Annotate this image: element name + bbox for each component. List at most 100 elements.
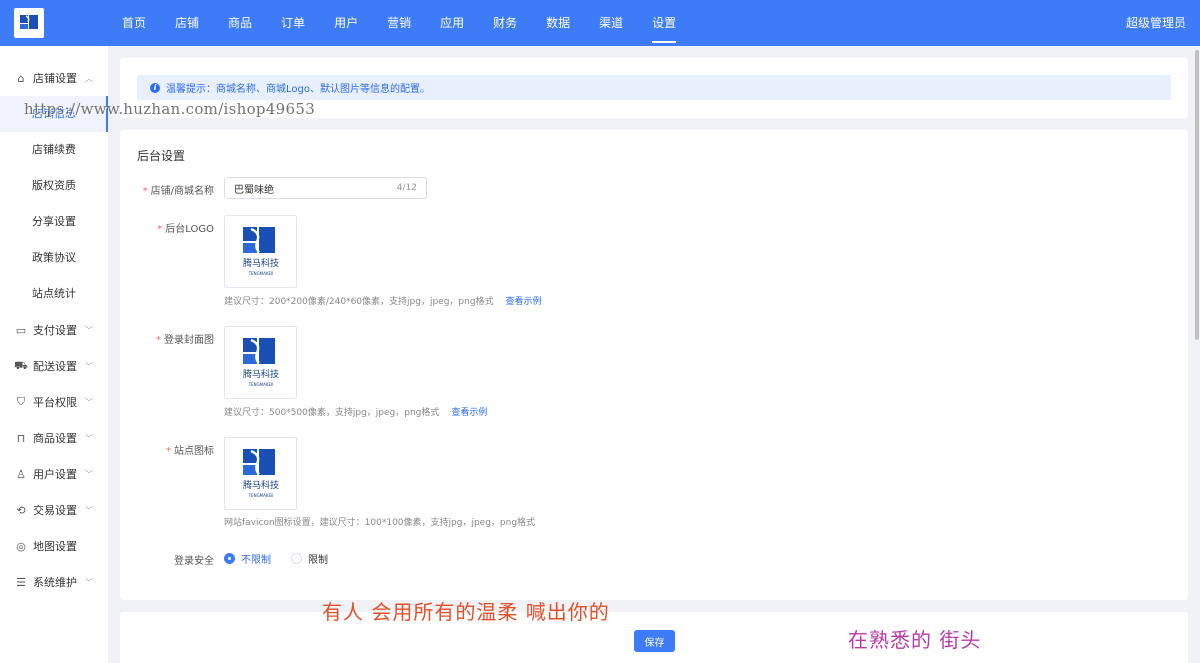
top-navbar: 首页 店铺 商品 订单 用户 营销 应用 财务 数据 渠道 设置 超级管理员 (0, 0, 1200, 46)
svg-text:腾马科技: 腾马科技 (242, 257, 278, 269)
app-logo[interactable] (14, 8, 44, 38)
logo-example-link[interactable]: 查看示例 (506, 297, 542, 307)
sidebar-group-permissions[interactable]: ⛉ 平台权限 ﹀ (0, 384, 108, 420)
radio-label: 不限制 (241, 555, 271, 566)
store-name-input[interactable]: 巴蜀味绝 4/12 (224, 177, 427, 199)
shield-icon: ⛉ (16, 395, 26, 408)
store-name-value: 巴蜀味绝 (234, 184, 274, 196)
nav-channels[interactable]: 渠道 (599, 0, 623, 46)
chevron-down-icon: ﹀ (85, 433, 93, 443)
sidebar: ⌂ 店铺设置 ︿ 店铺信息 店铺续费 版权资质 分享设置 政策协议 站点统计 ▭… (0, 46, 108, 663)
cover-label: * 登录封面图 (120, 331, 214, 346)
sliders-icon: ☰ (16, 575, 26, 589)
tip-banner: i 温馨提示：商城名称、商城Logo、默认图片等信息的配置。 (137, 75, 1171, 100)
sidebar-item-site-stats[interactable]: 站点统计 (0, 276, 108, 312)
bag-icon: ⊓ (16, 431, 26, 445)
scrollbar-thumb[interactable] (1195, 50, 1199, 340)
nav-orders[interactable]: 订单 (281, 0, 305, 46)
chevron-down-icon: ﹀ (85, 505, 93, 515)
required-mark: * (157, 224, 163, 235)
sidebar-item-share-settings[interactable]: 分享设置 (0, 204, 108, 240)
svg-text:腾马科技: 腾马科技 (242, 479, 278, 491)
sidebar-group-map-settings[interactable]: ◎ 地图设置 (0, 528, 108, 564)
nav-apps[interactable]: 应用 (440, 0, 464, 46)
logo-hint-text: 建议尺寸：200*200像素/240*60像素，支持jpg，jpeg，png格式 (224, 297, 494, 307)
sidebar-item-policy[interactable]: 政策协议 (0, 240, 108, 276)
sidebar-group-label: 支付设置 (33, 324, 77, 337)
notice-card: i 温馨提示：商城名称、商城Logo、默认图片等信息的配置。 (120, 58, 1188, 118)
save-button[interactable]: 保存 (634, 630, 675, 652)
brand-cover-image: 腾马科技 TENGMAKEII (242, 337, 279, 387)
sidebar-item-copyright[interactable]: 版权资质 (0, 168, 108, 204)
logo-icon (20, 15, 38, 29)
required-mark: * (166, 446, 171, 457)
nav-data[interactable]: 数据 (546, 0, 570, 46)
cover-example-link[interactable]: 查看示例 (451, 408, 487, 418)
nav-users[interactable]: 用户 (334, 0, 358, 46)
cover-upload[interactable]: 腾马科技 TENGMAKEII (224, 326, 297, 399)
radio-dot (224, 553, 235, 564)
sidebar-group-label: 配送设置 (33, 360, 77, 373)
sidebar-group-label: 地图设置 (33, 540, 77, 553)
sidebar-group-label: 平台权限 (33, 396, 77, 409)
nav-store[interactable]: 店铺 (175, 0, 199, 46)
main-nav: 首页 店铺 商品 订单 用户 营销 应用 财务 数据 渠道 设置 (122, 0, 705, 46)
tip-text: 温馨提示：商城名称、商城Logo、默认图片等信息的配置。 (166, 84, 430, 95)
favicon-label: * 站点图标 (120, 442, 214, 457)
char-counter: 4/12 (396, 183, 417, 193)
sidebar-group-label: 用户设置 (33, 468, 77, 481)
radio-label: 限制 (308, 555, 328, 566)
nav-marketing[interactable]: 营销 (387, 0, 411, 46)
sidebar-group-product-settings[interactable]: ⊓ 商品设置 ﹀ (0, 420, 108, 456)
map-icon: ◎ (16, 539, 26, 553)
payment-icon: ▭ (15, 323, 27, 337)
sidebar-group-maintenance[interactable]: ☰ 系统维护 ﹀ (0, 564, 108, 600)
brand-favicon-image: 腾马科技 TENGMAKEII (242, 448, 279, 498)
brand-logo-image: 腾马科技 TENGMAKEII (242, 226, 279, 276)
login-security-label: 登录安全 (174, 556, 214, 567)
sidebar-group-user-settings[interactable]: ♙ 用户设置 ﹀ (0, 456, 108, 492)
required-mark: * (142, 186, 148, 197)
nav-settings[interactable]: 设置 (652, 0, 677, 46)
chevron-up-icon: ︿ (85, 73, 93, 83)
sidebar-group-label: 店铺设置 (33, 72, 77, 85)
sidebar-group-label: 交易设置 (33, 504, 77, 517)
chevron-down-icon: ﹀ (85, 397, 93, 407)
cover-hint-text: 建议尺寸：500*500像素，支持jpg，jpeg，png格式 (224, 408, 440, 418)
logo-label: * 后台LOGO (120, 220, 214, 235)
nav-home[interactable]: 首页 (122, 0, 146, 46)
nav-finance[interactable]: 财务 (493, 0, 517, 46)
chevron-down-icon: ﹀ (85, 361, 93, 371)
radio-unlimited[interactable]: 不限制 (224, 551, 271, 566)
cover-label-text: 登录封面图 (164, 335, 214, 346)
sidebar-group-delivery[interactable]: ⛟ 配送设置 ﹀ (0, 348, 108, 384)
sidebar-item-store-info[interactable]: 店铺信息 (0, 96, 108, 132)
svg-text:腾马科技: 腾马科技 (242, 368, 278, 380)
svg-text:TENGMAKEII: TENGMAKEII (247, 271, 273, 276)
section-title: 后台设置 (137, 149, 186, 163)
logo-upload[interactable]: 腾马科技 TENGMAKEII (224, 215, 297, 288)
required-mark: * (156, 335, 161, 346)
sidebar-group-payment[interactable]: ▭ 支付设置 ﹀ (0, 312, 108, 348)
sidebar-group-label: 系统维护 (33, 576, 77, 589)
login-security-radio-group: 不限制 限制 (224, 551, 348, 566)
sidebar-item-store-renewal[interactable]: 店铺续费 (0, 132, 108, 168)
favicon-label-text: 站点图标 (174, 446, 214, 457)
nav-products[interactable]: 商品 (228, 0, 252, 46)
sidebar-group-store-settings[interactable]: ⌂ 店铺设置 ︿ (0, 60, 108, 96)
cover-hint: 建议尺寸：500*500像素，支持jpg，jpeg，png格式 查看示例 (224, 405, 487, 418)
user-icon: ♙ (16, 467, 26, 481)
favicon-upload[interactable]: 腾马科技 TENGMAKEII (224, 437, 297, 510)
svg-text:TENGMAKEII: TENGMAKEII (247, 382, 273, 387)
home-icon: ⌂ (17, 71, 25, 85)
settings-form: 后台设置 * 店铺/商城名称 巴蜀味绝 4/12 * 后台LOGO 腾马科技 TEN… (120, 130, 1188, 600)
svg-text:TENGMAKEII: TENGMAKEII (247, 493, 273, 498)
admin-user-menu[interactable]: 超级管理员 (1126, 0, 1186, 46)
radio-limited[interactable]: 限制 (291, 551, 328, 566)
logo-hint: 建议尺寸：200*200像素/240*60像素，支持jpg，jpeg，png格式… (224, 294, 542, 307)
radio-dot (291, 553, 302, 564)
store-name-label: * 店铺/商城名称 (120, 182, 214, 197)
chevron-down-icon: ﹀ (85, 325, 93, 335)
sidebar-group-trade-settings[interactable]: ⟲ 交易设置 ﹀ (0, 492, 108, 528)
truck-icon: ⛟ (14, 358, 28, 372)
